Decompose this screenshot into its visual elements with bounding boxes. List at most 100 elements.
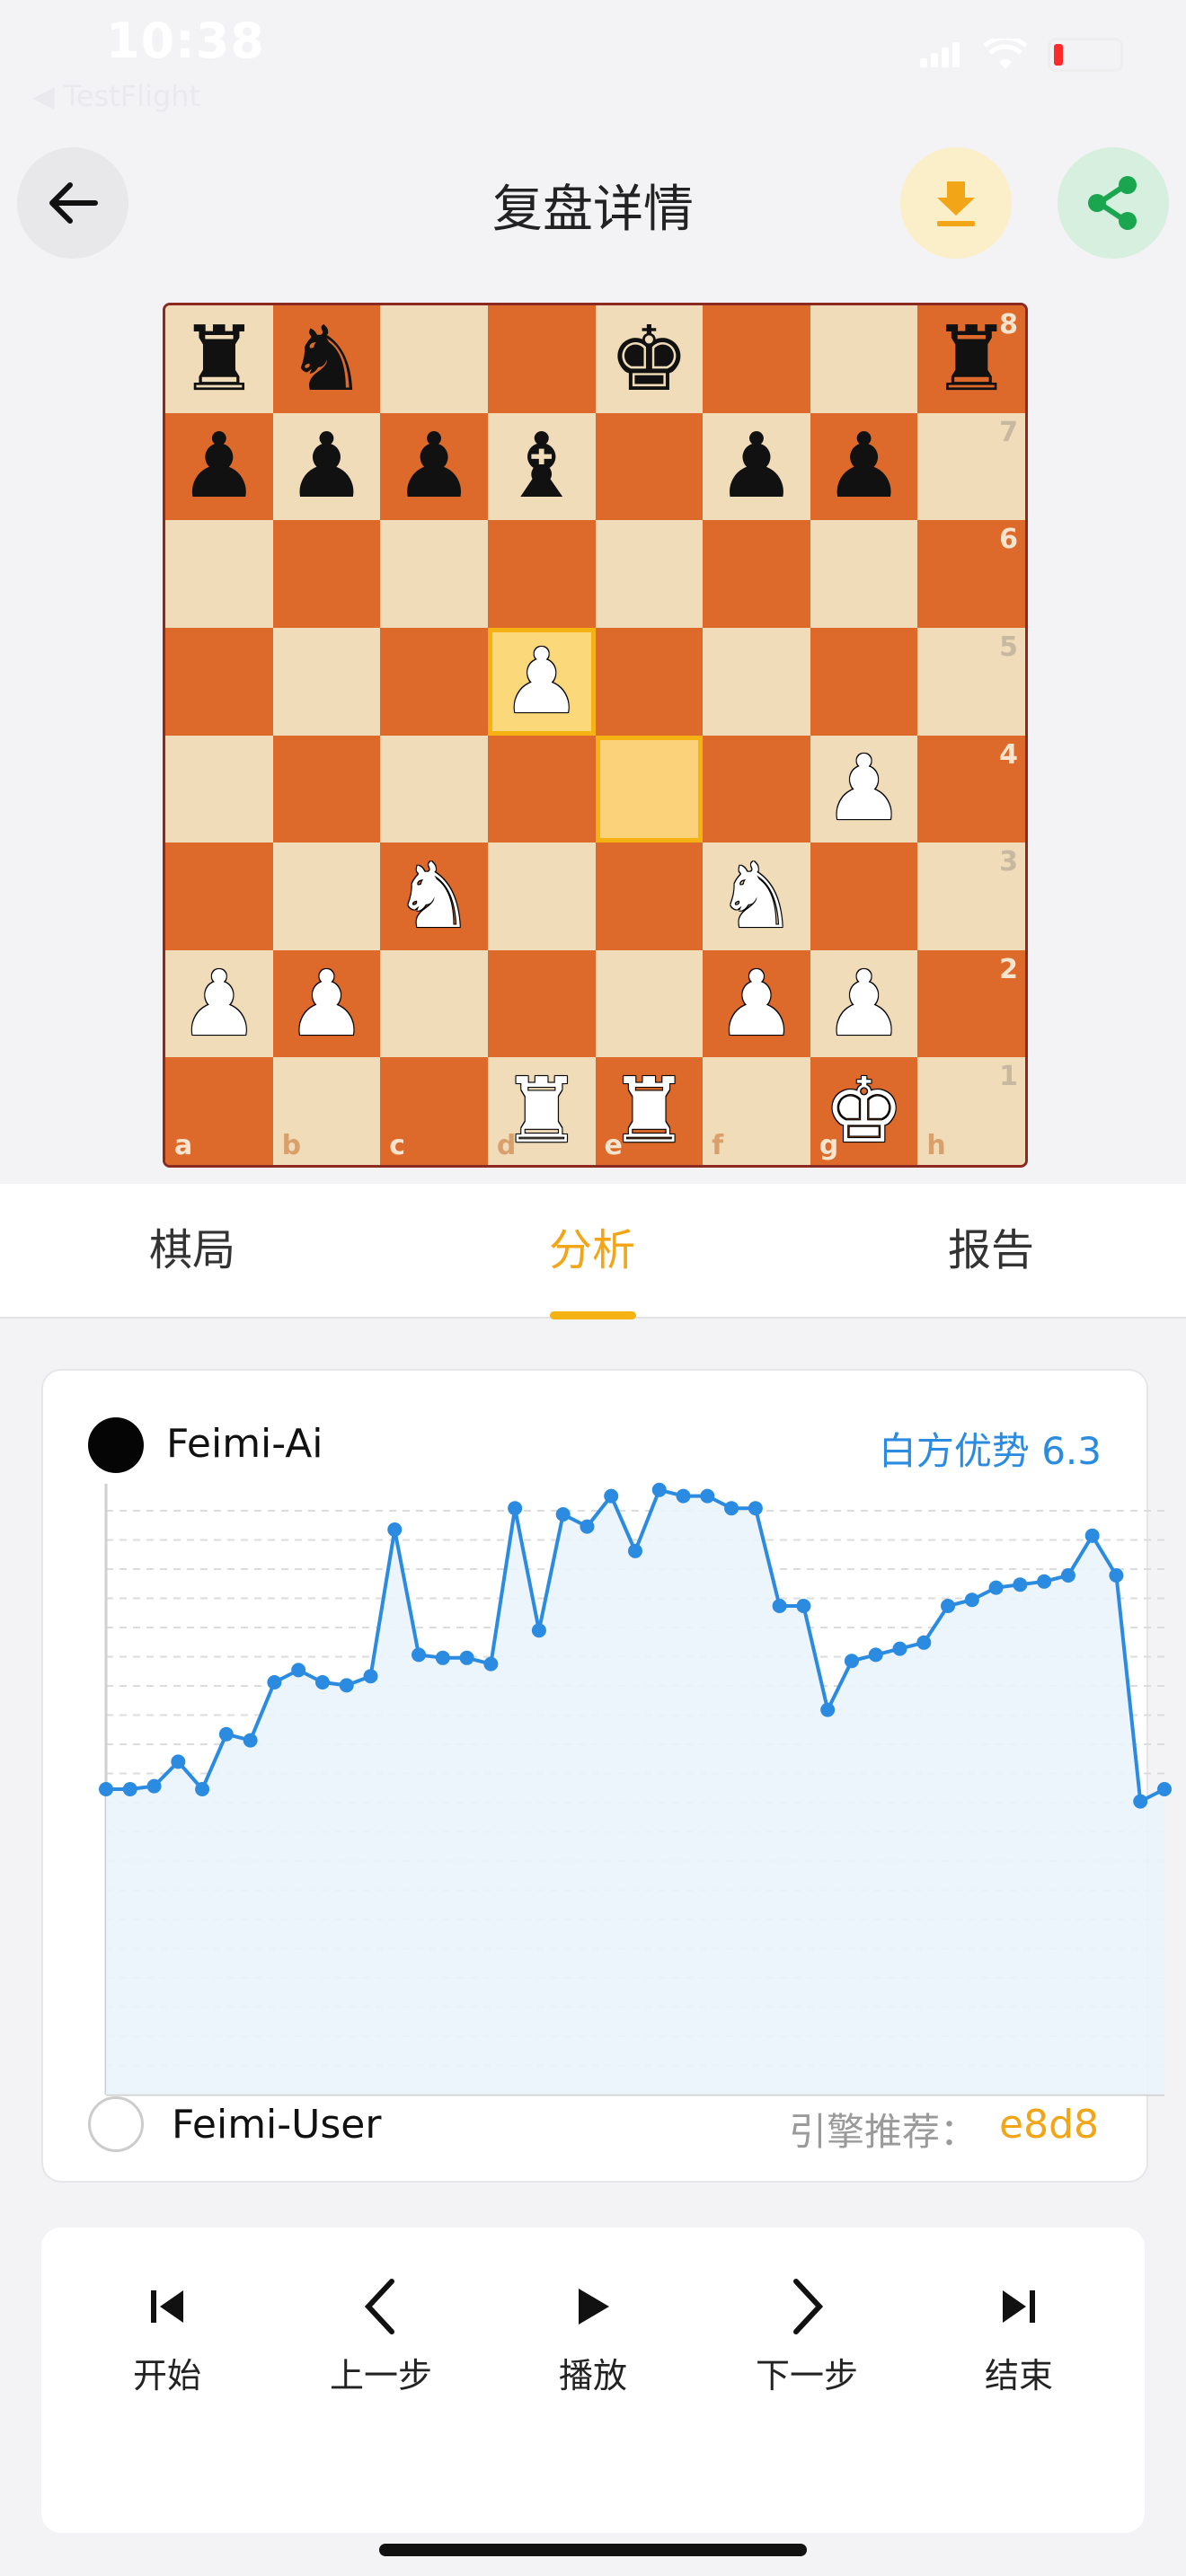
square-f2[interactable]: ♟ [703,949,810,1058]
square-h2[interactable]: 2 [917,949,1025,1058]
black-bishop-piece[interactable]: ♝ [488,413,596,521]
square-d2[interactable] [487,949,596,1058]
square-b6[interactable] [272,520,381,628]
board-grid[interactable]: ♜ ♞ ♚ ♜ 8 ♟ ♟ ♟ ♝ ♟ ♟ 7 6 ♟ 5 ♟ 4 ♞ ♞ 3 ♟ ♟ ♟ ♟ 2 a b c ♜ d ♜ e f ♚ g 1 h [165,305,1025,1165]
eval-point [748,1501,763,1516]
square-h5[interactable]: 5 [917,627,1025,736]
square-e4[interactable] [595,735,704,843]
square-g2[interactable]: ♟ [810,949,918,1058]
square-a1[interactable]: a [165,1057,273,1165]
white-pawn-piece[interactable]: ♟ [165,950,273,1058]
share-button[interactable] [1058,147,1169,259]
square-c4[interactable] [380,735,488,843]
square-d5[interactable]: ♟ [487,627,596,736]
tab-analysis[interactable]: 分析 [549,1214,635,1277]
square-b8[interactable]: ♞ [272,305,381,413]
square-a5[interactable] [165,627,273,736]
black-pawn-piece[interactable]: ♟ [703,413,810,521]
black-rook-piece[interactable]: ♜ [165,305,273,413]
square-d4[interactable] [487,735,596,843]
start-button[interactable]: 开始 [95,2274,239,2397]
square-b1[interactable]: b [272,1057,381,1165]
square-g4[interactable]: ♟ [810,735,918,843]
square-h4[interactable]: 4 [917,735,1025,843]
square-b7[interactable]: ♟ [272,412,381,521]
square-f7[interactable]: ♟ [703,412,810,521]
square-g1[interactable]: ♚ g [810,1057,918,1165]
square-e2[interactable] [595,949,704,1058]
tab-report[interactable]: 报告 [948,1214,1034,1277]
engine-recommend-move: e8d8 [999,2102,1099,2148]
square-c3[interactable]: ♞ [380,842,488,950]
square-b3[interactable] [272,842,381,950]
black-pawn-piece[interactable]: ♟ [380,413,488,521]
previous-button[interactable]: 上一步 [309,2274,453,2397]
square-f6[interactable] [703,520,810,628]
square-e7[interactable] [595,412,704,521]
square-g5[interactable] [810,627,918,736]
black-pawn-piece[interactable]: ♟ [165,413,273,521]
tab-game[interactable]: 棋局 [149,1214,235,1277]
back-to-app-link[interactable]: ◀ TestFlight [32,79,200,113]
square-h6[interactable]: 6 [917,520,1025,628]
square-a7[interactable]: ♟ [165,412,273,521]
white-pawn-piece[interactable]: ♟ [488,628,596,736]
square-d7[interactable]: ♝ [487,412,596,521]
white-pawn-piece[interactable]: ♟ [810,736,918,843]
white-knight-piece[interactable]: ♞ [380,842,488,950]
home-indicator [379,2544,807,2556]
square-b4[interactable] [272,735,381,843]
square-e6[interactable] [595,520,704,628]
eval-point [1133,1794,1148,1809]
square-a8[interactable]: ♜ [165,305,273,413]
square-h8[interactable]: ♜ 8 [917,305,1025,413]
black-knight-piece[interactable]: ♞ [273,305,381,413]
square-c8[interactable] [380,305,488,413]
white-pawn-piece[interactable]: ♟ [810,950,918,1058]
square-d1[interactable]: ♜ d [487,1057,596,1165]
square-a6[interactable] [165,520,273,628]
white-knight-piece[interactable]: ♞ [703,842,810,950]
square-f8[interactable] [703,305,810,413]
white-pawn-piece[interactable]: ♟ [703,950,810,1058]
square-h1[interactable]: 1h [917,1057,1025,1165]
download-button[interactable] [900,147,1012,259]
black-king-piece[interactable]: ♚ [596,305,704,413]
square-f5[interactable] [703,627,810,736]
chess-board[interactable]: ♜ ♞ ♚ ♜ 8 ♟ ♟ ♟ ♝ ♟ ♟ 7 6 ♟ 5 ♟ 4 ♞ ♞ 3 ♟ ♟ ♟ ♟ 2 a b c ♜ d ♜ e f ♚ g 1 h [163,303,1028,1168]
square-f1[interactable]: f [703,1057,810,1165]
square-d6[interactable] [487,520,596,628]
square-b5[interactable] [272,627,381,736]
evaluation-chart[interactable] [59,1478,1173,2098]
white-pawn-piece[interactable]: ♟ [273,950,381,1058]
square-f3[interactable]: ♞ [703,842,810,950]
square-h3[interactable]: 3 [917,842,1025,950]
square-e1[interactable]: ♜ e [595,1057,704,1165]
square-e3[interactable] [595,842,704,950]
square-f4[interactable] [703,735,810,843]
next-button[interactable]: 下一步 [735,2274,879,2397]
square-g6[interactable] [810,520,918,628]
square-a4[interactable] [165,735,273,843]
square-b2[interactable]: ♟ [272,949,381,1058]
play-button[interactable]: 播放 [521,2274,665,2397]
black-pawn-piece[interactable]: ♟ [810,413,918,521]
square-g3[interactable] [810,842,918,950]
square-a3[interactable] [165,842,273,950]
square-c2[interactable] [380,949,488,1058]
square-h7[interactable]: 7 [917,412,1025,521]
square-c7[interactable]: ♟ [380,412,488,521]
square-g7[interactable]: ♟ [810,412,918,521]
square-g8[interactable] [810,305,918,413]
rank-label: 1 [999,1061,1018,1093]
square-d8[interactable] [487,305,596,413]
square-e8[interactable]: ♚ [595,305,704,413]
square-a2[interactable]: ♟ [165,949,273,1058]
square-d3[interactable] [487,842,596,950]
square-c6[interactable] [380,520,488,628]
end-button[interactable]: 结束 [947,2274,1091,2397]
square-c1[interactable]: c [380,1057,488,1165]
square-e5[interactable] [595,627,704,736]
square-c5[interactable] [380,627,488,736]
black-pawn-piece[interactable]: ♟ [273,413,381,521]
